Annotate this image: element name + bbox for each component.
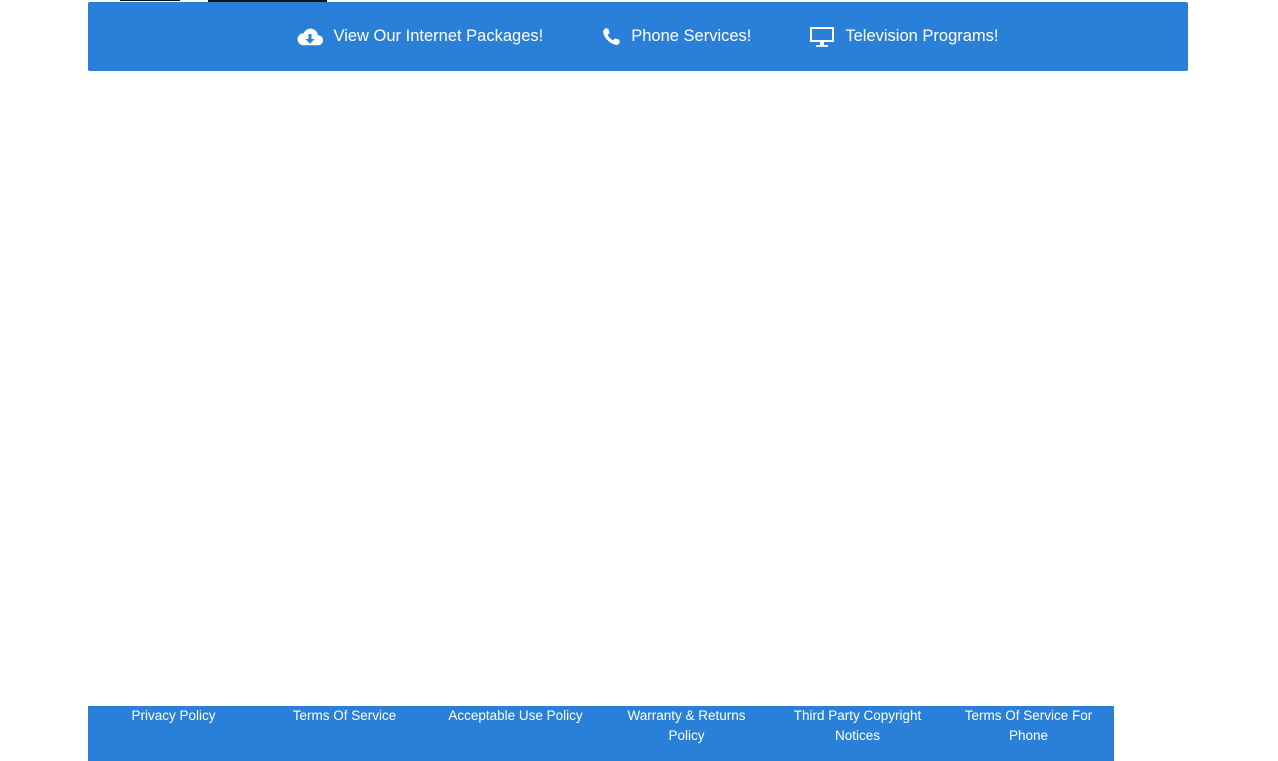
footer-link-privacy-policy[interactable]: Privacy Policy bbox=[88, 706, 259, 761]
nav-item-internet-packages[interactable]: View Our Internet Packages! bbox=[297, 27, 543, 47]
footer-links: Privacy Policy Terms Of Service Acceptab… bbox=[88, 706, 1114, 761]
nav-item-label: Phone Services! bbox=[631, 27, 752, 45]
footer-link-acceptable-use-policy[interactable]: Acceptable Use Policy bbox=[430, 706, 601, 761]
page: View Our Internet Packages! Phone Servic… bbox=[0, 0, 1278, 761]
footer-link-terms-of-service[interactable]: Terms Of Service bbox=[259, 706, 430, 761]
logo-fragment-left bbox=[120, 0, 180, 1]
footer-link-terms-of-service-phone[interactable]: Terms Of Service For Phone bbox=[943, 706, 1114, 761]
nav-item-television-programs[interactable]: Television Programs! bbox=[809, 26, 999, 48]
phone-icon bbox=[601, 27, 621, 47]
nav-item-label: View Our Internet Packages! bbox=[333, 27, 544, 45]
nav-item-label: Television Programs! bbox=[845, 27, 999, 45]
main-nav: View Our Internet Packages! Phone Servic… bbox=[88, 2, 1188, 71]
footer-link-third-party-copyright-notices[interactable]: Third Party Copyright Notices bbox=[772, 706, 943, 761]
main-nav-items: View Our Internet Packages! Phone Servic… bbox=[297, 26, 999, 48]
nav-item-phone-services[interactable]: Phone Services! bbox=[601, 27, 751, 47]
cloud-download-icon bbox=[297, 27, 324, 47]
footer-link-warranty-returns-policy[interactable]: Warranty & Returns Policy bbox=[601, 706, 772, 761]
monitor-icon bbox=[809, 26, 835, 48]
